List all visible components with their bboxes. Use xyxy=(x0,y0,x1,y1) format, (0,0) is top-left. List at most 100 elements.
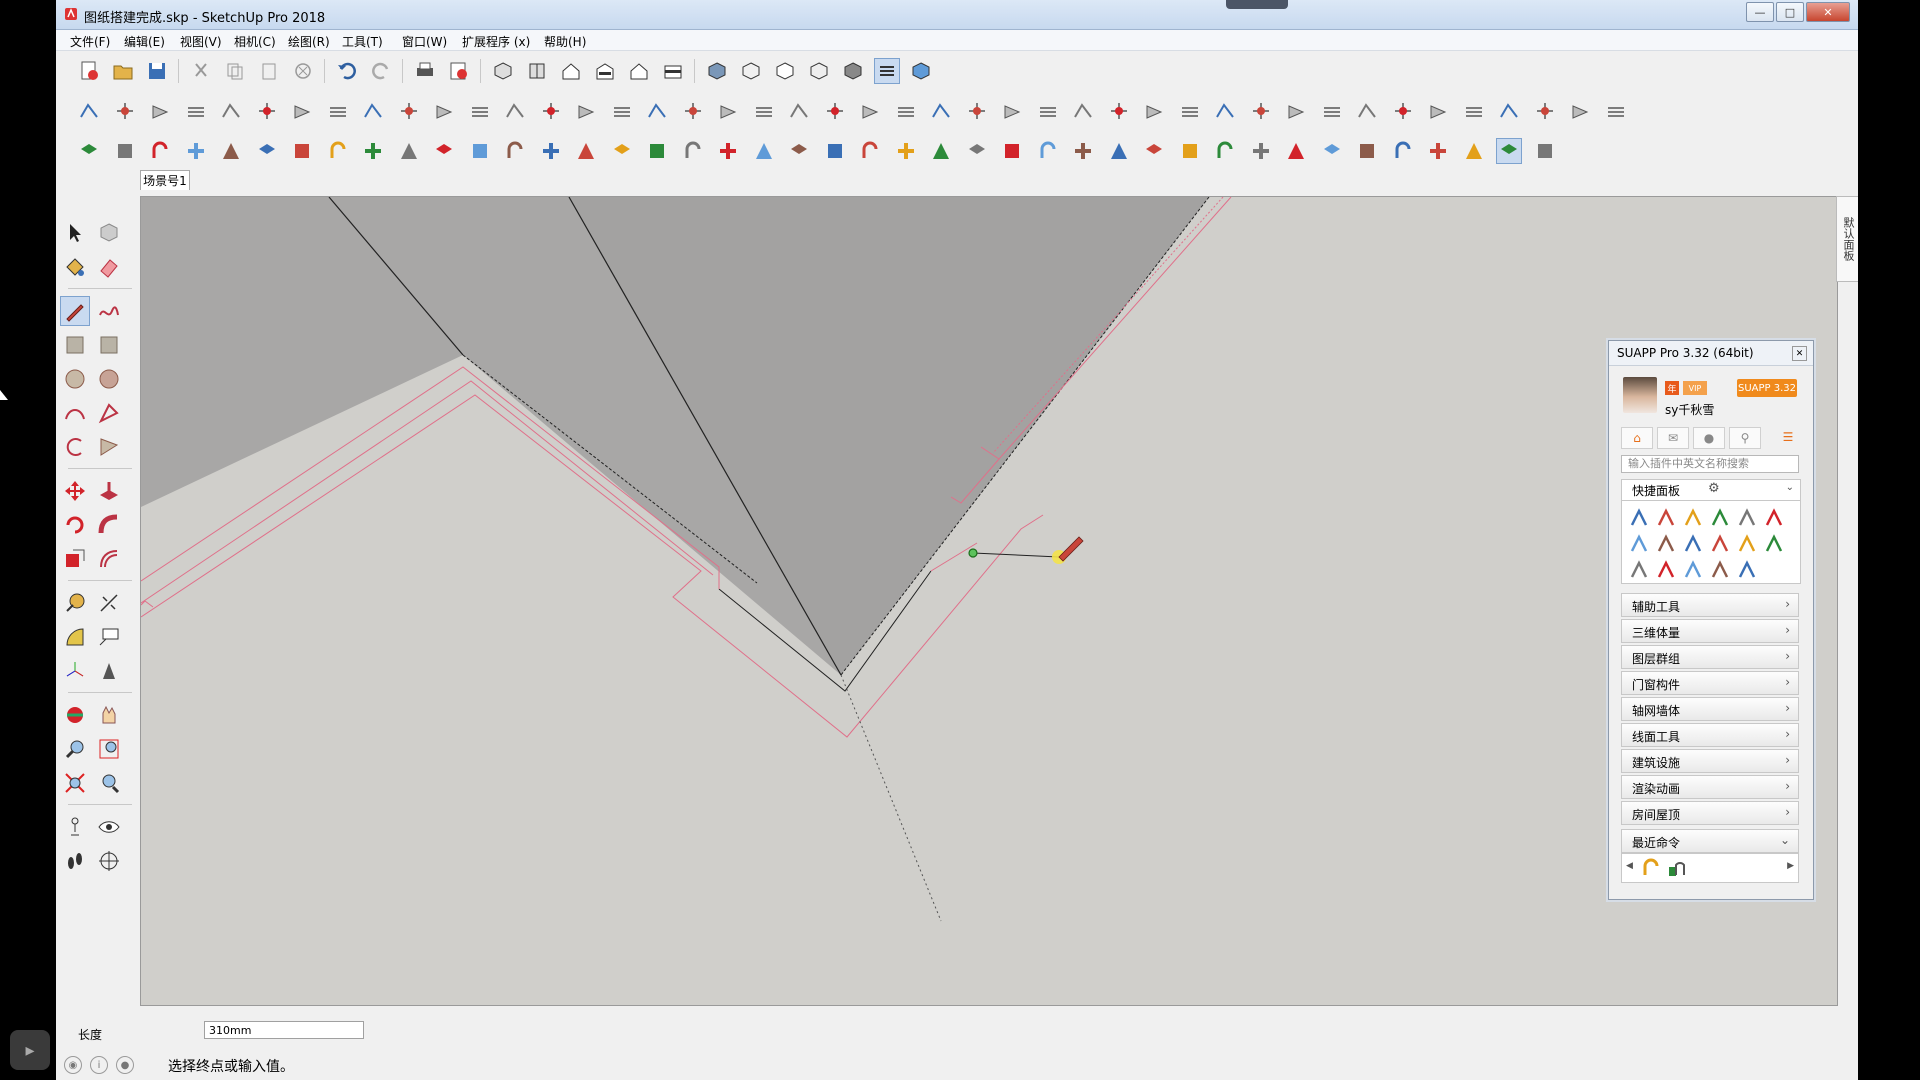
menu-extensions[interactable]: 扩展程序 (x) xyxy=(462,33,530,50)
extension-tool-42-icon[interactable] xyxy=(1532,138,1558,164)
quick-tool-2-icon[interactable] xyxy=(1655,507,1677,529)
extension-tool-6-icon[interactable] xyxy=(254,138,280,164)
extension-tool-32-icon[interactable] xyxy=(1177,138,1203,164)
pan-icon[interactable] xyxy=(94,700,124,730)
extension-tool-19-icon[interactable] xyxy=(715,138,741,164)
plugin-tool-2-icon[interactable] xyxy=(112,98,138,124)
model-info-icon[interactable] xyxy=(446,58,472,84)
extension-tool-24-icon[interactable] xyxy=(893,138,919,164)
axes-icon[interactable] xyxy=(60,656,90,686)
quick-tool-13-icon[interactable] xyxy=(1628,559,1650,581)
gear-icon[interactable]: ⚙ xyxy=(1708,481,1720,496)
plugin-tool-25-icon[interactable] xyxy=(928,98,954,124)
plugin-tool-21-icon[interactable] xyxy=(786,98,812,124)
suapp-category-5[interactable]: 轴网墙体 › xyxy=(1621,697,1799,721)
maximize-button[interactable]: □ xyxy=(1776,2,1804,22)
plugin-tool-37-icon[interactable] xyxy=(1354,98,1380,124)
quick-tool-12-icon[interactable] xyxy=(1763,533,1785,555)
plugin-tool-10-icon[interactable] xyxy=(396,98,422,124)
menu-window[interactable]: 窗口(W) xyxy=(402,33,447,50)
extension-tool-11-icon[interactable] xyxy=(431,138,457,164)
recent-tool-1-icon[interactable] xyxy=(1640,857,1662,879)
extension-tool-2-icon[interactable] xyxy=(112,138,138,164)
erase-icon[interactable] xyxy=(290,58,316,84)
suapp-close-icon[interactable]: ✕ xyxy=(1792,346,1807,361)
polygon-icon[interactable] xyxy=(94,364,124,394)
style-blue-icon[interactable] xyxy=(908,58,934,84)
quick-tool-7-icon[interactable] xyxy=(1628,533,1650,555)
extension-tool-29-icon[interactable] xyxy=(1070,138,1096,164)
save-icon[interactable] xyxy=(144,58,170,84)
quick-panel-header[interactable]: 快捷面板 ⚙ ⌄ xyxy=(1621,479,1801,501)
suapp-category-2[interactable]: 三维体量 › xyxy=(1621,619,1799,643)
pie-icon[interactable] xyxy=(94,432,124,462)
menu-draw[interactable]: 绘图(R) xyxy=(288,33,330,50)
extension-tool-4-icon[interactable] xyxy=(183,138,209,164)
plugin-tool-19-icon[interactable] xyxy=(715,98,741,124)
quick-tool-1-icon[interactable] xyxy=(1628,507,1650,529)
rotate-icon[interactable] xyxy=(60,510,90,540)
home-icon[interactable]: ⌂ xyxy=(1621,427,1653,449)
three-point-arc-icon[interactable] xyxy=(60,432,90,462)
plugin-tool-43-icon[interactable] xyxy=(1567,98,1593,124)
extension-tool-25-icon[interactable] xyxy=(928,138,954,164)
extension-tool-40-icon[interactable] xyxy=(1461,138,1487,164)
plugin-tool-42-icon[interactable] xyxy=(1532,98,1558,124)
quick-tool-9-icon[interactable] xyxy=(1682,533,1704,555)
pencil-line-icon[interactable] xyxy=(60,296,90,326)
right-view-icon[interactable] xyxy=(592,58,618,84)
plugin-tool-36-icon[interactable] xyxy=(1319,98,1345,124)
account-icon[interactable]: ● xyxy=(116,1056,134,1074)
quick-tool-5-icon[interactable] xyxy=(1736,507,1758,529)
extension-tool-5-icon[interactable] xyxy=(218,138,244,164)
plugin-tool-14-icon[interactable] xyxy=(538,98,564,124)
plugin-tool-24-icon[interactable] xyxy=(893,98,919,124)
left-view-icon[interactable] xyxy=(660,58,686,84)
plugin-tool-40-icon[interactable] xyxy=(1461,98,1487,124)
close-button[interactable]: ✕ xyxy=(1806,2,1850,22)
plugin-tool-12-icon[interactable] xyxy=(467,98,493,124)
iso-view-icon[interactable] xyxy=(490,58,516,84)
extension-tool-7-icon[interactable] xyxy=(289,138,315,164)
plugin-tool-26-icon[interactable] xyxy=(964,98,990,124)
search-icon[interactable]: ⚲ xyxy=(1729,427,1761,449)
extension-tool-34-icon[interactable] xyxy=(1248,138,1274,164)
quick-tool-4-icon[interactable] xyxy=(1709,507,1731,529)
plugin-tool-18-icon[interactable] xyxy=(680,98,706,124)
undo-icon[interactable] xyxy=(334,58,360,84)
plugin-tool-3-icon[interactable] xyxy=(147,98,173,124)
message-icon[interactable]: ✉ xyxy=(1657,427,1689,449)
copy-icon[interactable] xyxy=(222,58,248,84)
extension-tool-8-icon[interactable] xyxy=(325,138,351,164)
suapp-category-3[interactable]: 图层群组 › xyxy=(1621,645,1799,669)
plugin-tool-17-icon[interactable] xyxy=(644,98,670,124)
push-pull-icon[interactable] xyxy=(94,476,124,506)
select-arrow-icon[interactable] xyxy=(60,218,90,248)
plugin-tool-4-icon[interactable] xyxy=(183,98,209,124)
extension-tool-10-icon[interactable] xyxy=(396,138,422,164)
zoom-extents-icon[interactable] xyxy=(60,768,90,798)
extension-tool-39-icon[interactable] xyxy=(1425,138,1451,164)
quick-tool-8-icon[interactable] xyxy=(1655,533,1677,555)
follow-me-icon[interactable] xyxy=(94,510,124,540)
print-icon[interactable] xyxy=(412,58,438,84)
arc-icon[interactable] xyxy=(60,398,90,428)
open-folder-icon[interactable] xyxy=(110,58,136,84)
default-tray-tab[interactable]: 默认面板 xyxy=(1836,196,1858,282)
move-icon[interactable] xyxy=(60,476,90,506)
eraser-icon[interactable] xyxy=(94,252,124,282)
quick-tool-14-icon[interactable] xyxy=(1655,559,1677,581)
offset-icon[interactable] xyxy=(94,544,124,574)
plugin-search-input[interactable]: 输入插件中英文名称搜索 xyxy=(1621,455,1799,473)
scale-icon[interactable] xyxy=(60,544,90,574)
shaded-icon[interactable] xyxy=(806,58,832,84)
plugin-tool-29-icon[interactable] xyxy=(1070,98,1096,124)
extension-tool-22-icon[interactable] xyxy=(822,138,848,164)
minimize-button[interactable]: — xyxy=(1746,2,1774,22)
extension-tool-28-icon[interactable] xyxy=(1035,138,1061,164)
walk-icon[interactable] xyxy=(60,846,90,876)
menu-tools[interactable]: 工具(T) xyxy=(342,33,383,50)
extension-tool-30-icon[interactable] xyxy=(1106,138,1132,164)
extension-tool-1-icon[interactable] xyxy=(76,138,102,164)
version-badge[interactable]: SUAPP 3.32 xyxy=(1737,379,1797,397)
